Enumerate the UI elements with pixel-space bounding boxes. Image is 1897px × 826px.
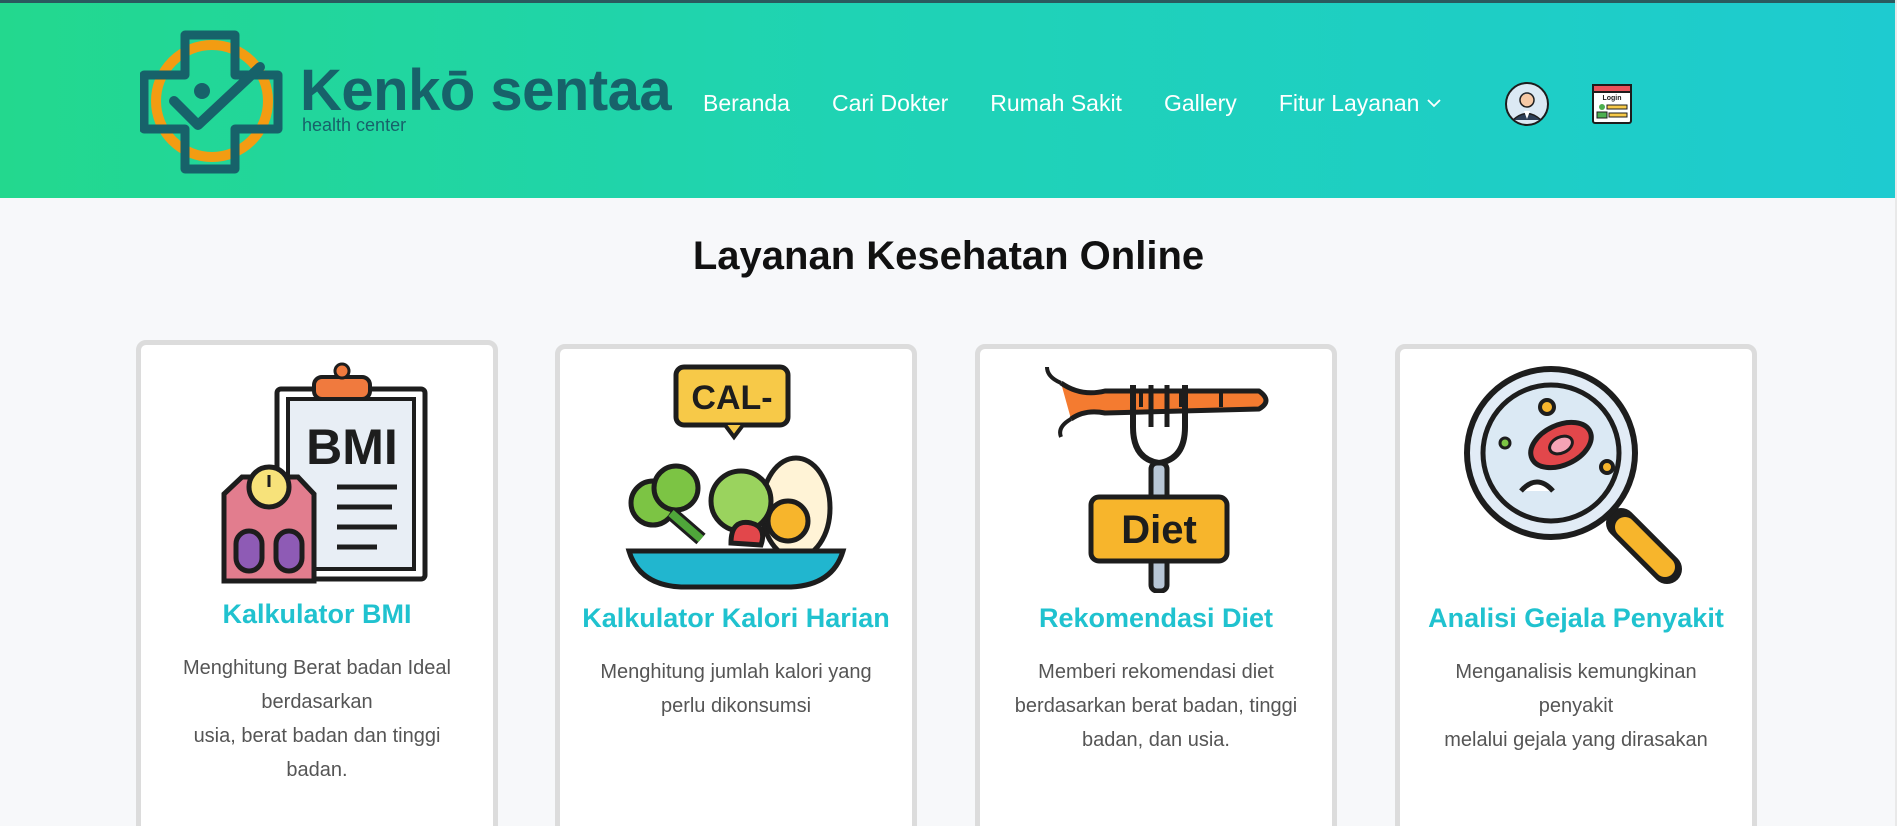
card-desc-bmi: Menghitung Berat badan Ideal berdasarkan…	[169, 651, 465, 787]
brand-tagline: health center	[302, 115, 407, 135]
card-desc-bmi-line-2: usia, berat badan dan tinggi badan.	[193, 725, 441, 781]
site-logo[interactable]: Kenkō sentaa health center	[140, 29, 672, 179]
login-icon-text: Login	[1602, 95, 1621, 102]
card-desc-analisi: Menganalisis kemungkinan penyakit melalu…	[1428, 655, 1724, 757]
card-desc-bmi-line-1: Menghitung Berat badan Ideal berdasarkan	[183, 657, 451, 713]
service-card-kalori[interactable]: CAL- Kalkulator Kalori Harian Menghitung…	[555, 344, 917, 826]
medical-cross-check-icon	[140, 30, 283, 174]
calorie-icon-text: CAL-	[691, 379, 772, 417]
brand-name: Kenkō sentaa	[300, 58, 672, 123]
main-nav: Beranda Cari Dokter Rumah Sakit Gallery …	[703, 85, 1483, 121]
nav-fitur-layanan-label: Fitur Layanan	[1278, 89, 1420, 116]
nav-beranda[interactable]: Beranda	[703, 90, 790, 117]
bmi-icon-text: BMI	[306, 419, 398, 475]
nav-fitur-layanan[interactable]: Fitur Layanan	[1279, 90, 1442, 117]
salad-bowl-calorie-icon: CAL-	[625, 364, 847, 590]
card-desc-kalori-line-1: Menghitung jumlah kalori yang perlu diko…	[600, 661, 872, 717]
site-header: Kenkō sentaa health center Beranda Cari …	[0, 3, 1897, 198]
nav-gallery[interactable]: Gallery	[1164, 90, 1237, 117]
nav-cari-dokter[interactable]: Cari Dokter	[832, 90, 948, 117]
login-form-icon[interactable]: Login	[1591, 83, 1633, 125]
bmi-clipboard-scale-icon: BMI	[221, 362, 428, 584]
card-desc-diet: Memberi rekomendasi diet berdasarkan ber…	[1008, 655, 1304, 757]
nav-rumah-sakit[interactable]: Rumah Sakit	[990, 90, 1122, 117]
doctor-avatar-icon[interactable]	[1504, 81, 1550, 127]
section-title: Layanan Kesehatan Online	[692, 234, 1205, 278]
card-title-diet: Rekomendasi Diet	[1038, 603, 1274, 633]
card-title-kalori: Kalkulator Kalori Harian	[582, 603, 890, 633]
card-desc-diet-line-1: Memberi rekomendasi diet berdasarkan ber…	[1014, 661, 1298, 751]
service-card-bmi[interactable]: BMI Kalkulator BMI Menghitung Berat bada…	[136, 340, 498, 826]
card-title-analisi: Analisi Gejala Penyakit	[1428, 603, 1724, 633]
magnifier-bacteria-icon	[1464, 366, 1682, 584]
card-desc-kalori: Menghitung jumlah kalori yang perlu diko…	[588, 655, 884, 723]
service-card-analisi[interactable]: Analisi Gejala Penyakit Menganalisis kem…	[1395, 344, 1757, 826]
diet-icon-text: Diet	[1121, 508, 1197, 552]
chevron-down-icon	[1427, 99, 1442, 108]
card-title-bmi: Kalkulator BMI	[222, 599, 412, 629]
service-card-diet[interactable]: Diet Rekomendasi Diet Memberi rekomendas…	[975, 344, 1337, 826]
card-desc-analisi-line-1: Menganalisis kemungkinan penyakit	[1455, 661, 1697, 717]
carrot-fork-diet-icon: Diet	[1045, 366, 1269, 593]
card-desc-analisi-line-2: melalui gejala yang dirasakan	[1444, 729, 1708, 751]
